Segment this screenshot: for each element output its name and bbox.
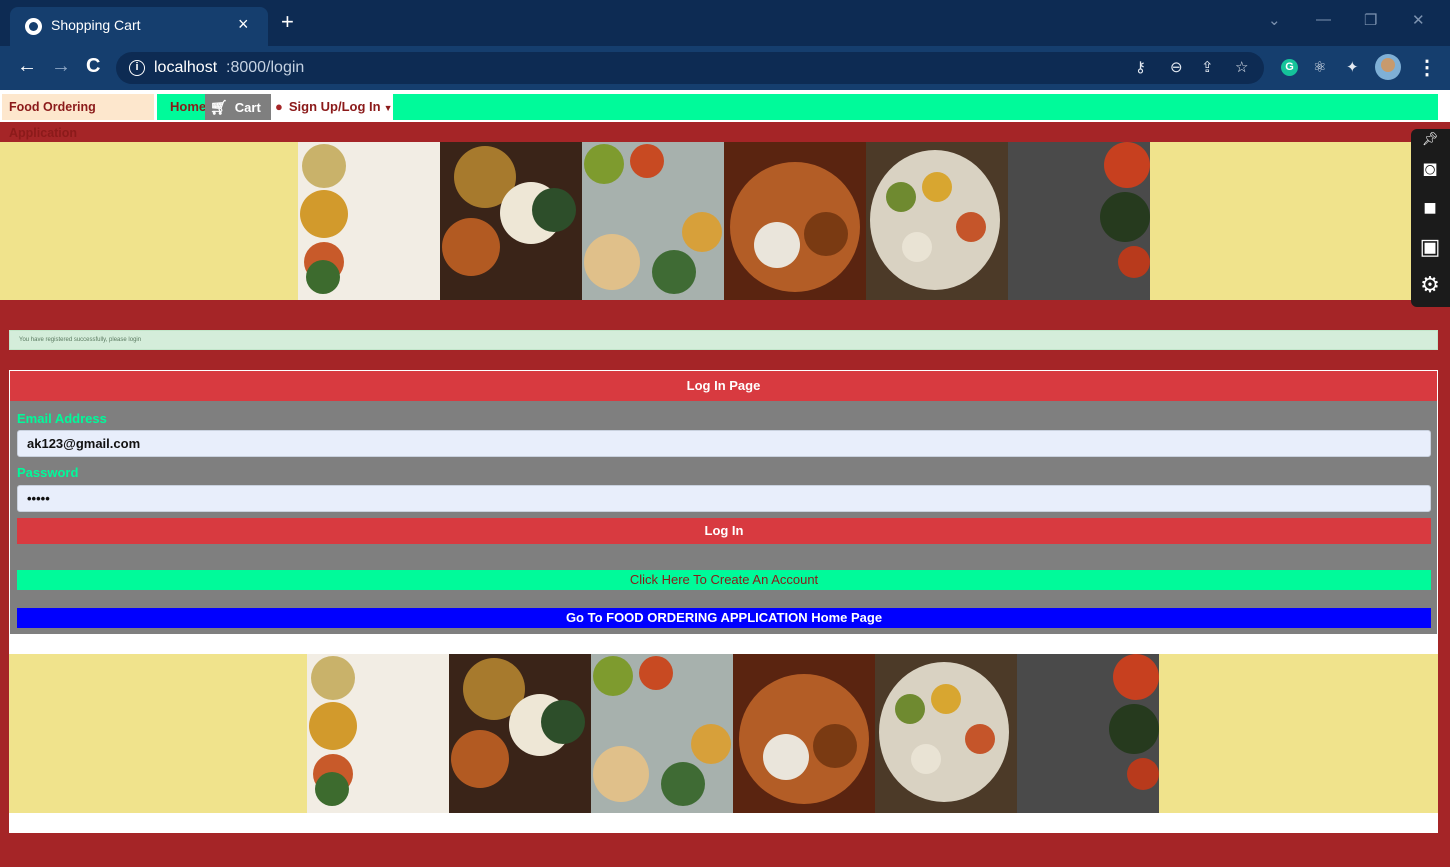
new-tab-icon[interactable]: +: [281, 9, 294, 35]
nav-login-label: Sign Up/Log In: [288, 99, 381, 114]
restore-icon[interactable]: ❐: [1364, 11, 1377, 29]
profile-avatar[interactable]: [1375, 54, 1401, 80]
nav-cart-link[interactable]: 🛒︎ Cart: [205, 94, 271, 120]
alert-message: You have registered successfully, please…: [19, 337, 142, 343]
food-photo: [724, 142, 866, 300]
tab-search-icon[interactable]: ⌄: [1268, 11, 1281, 29]
food-photo: [875, 654, 1017, 813]
food-photo: [582, 142, 724, 300]
food-photo: [440, 142, 582, 300]
user-icon: ●: [275, 99, 283, 114]
zoom-icon[interactable]: ⊖: [1170, 58, 1183, 76]
screen-capture-toolbar: 📌︎ ◙ ■ ▣ ⚙: [1411, 129, 1450, 307]
create-account-button[interactable]: Click Here To Create An Account: [17, 570, 1431, 590]
browser-tab[interactable]: Shopping Cart ×: [10, 7, 268, 46]
nav-home-link[interactable]: Home: [170, 94, 206, 120]
food-photo: [298, 142, 440, 300]
food-photo: [449, 654, 591, 813]
food-photo: [866, 142, 1008, 300]
extensions-icon[interactable]: ✦: [1346, 58, 1359, 76]
browser-titlebar: Shopping Cart × + ⌄ — ❐ ✕: [0, 0, 1450, 46]
password-label: Password: [17, 465, 79, 480]
minimize-icon[interactable]: —: [1316, 11, 1331, 28]
menu-icon[interactable]: ⋮: [1417, 55, 1437, 80]
pin-icon[interactable]: 📌︎: [1417, 131, 1443, 155]
bookmark-star-icon[interactable]: ☆: [1235, 58, 1248, 76]
email-label: Email Address: [17, 411, 107, 426]
email-field[interactable]: [17, 430, 1431, 457]
spacer-band: [9, 635, 1438, 654]
footer-band: [9, 813, 1438, 833]
nav-links: Home 🛒︎ Cart ● Sign Up/Log In ▼: [157, 94, 1438, 120]
login-card-header: Log In Page: [10, 371, 1437, 401]
url-host: localhost: [154, 59, 218, 76]
address-bar[interactable]: i localhost :8000/login: [116, 52, 1264, 84]
react-devtools-icon[interactable]: ⚛: [1313, 58, 1326, 76]
gear-icon[interactable]: ⚙: [1417, 272, 1443, 297]
key-icon[interactable]: ⚷: [1135, 58, 1146, 76]
browser-toolbar: ← → C i localhost :8000/login ⚷ ⊖ ⇪ ☆ G …: [0, 46, 1450, 90]
food-photo: [307, 654, 449, 813]
gallery-icon[interactable]: ▣: [1417, 234, 1443, 259]
url-path: :8000/login: [226, 59, 305, 76]
food-collage-image: [307, 654, 1159, 813]
password-field[interactable]: [17, 485, 1431, 512]
close-tab-icon[interactable]: ×: [238, 14, 249, 35]
back-icon[interactable]: ←: [17, 55, 37, 78]
globe-icon: [25, 18, 42, 35]
cart-icon: 🛒︎: [210, 99, 228, 115]
camera-icon[interactable]: ◙: [1417, 156, 1443, 181]
go-home-button[interactable]: Go To FOOD ORDERING APPLICATION Home Pag…: [17, 608, 1431, 628]
food-collage-image: [298, 142, 1150, 300]
food-banner-bottom: [9, 654, 1438, 813]
food-photo: [1008, 142, 1150, 300]
login-card: Log In Page Email Address Password Log I…: [9, 370, 1438, 635]
reload-icon[interactable]: C: [86, 55, 100, 78]
forward-icon[interactable]: →: [51, 55, 71, 78]
food-photo: [1017, 654, 1159, 813]
site-info-icon[interactable]: i: [129, 60, 145, 76]
grammarly-icon[interactable]: G: [1281, 59, 1298, 76]
food-photo: [733, 654, 875, 813]
nav-login-dropdown[interactable]: ● Sign Up/Log In ▼: [271, 94, 393, 120]
food-banner-top: [0, 142, 1411, 300]
success-alert: You have registered successfully, please…: [9, 330, 1438, 350]
food-photo: [591, 654, 733, 813]
tab-title: Shopping Cart: [51, 17, 141, 33]
nav-cart-label: Cart: [234, 100, 261, 115]
app-navbar: Food Ordering Application Home 🛒︎ Cart ● S…: [0, 90, 1450, 140]
caret-down-icon: ▼: [383, 103, 393, 113]
window-close-icon[interactable]: ✕: [1412, 11, 1425, 29]
video-icon[interactable]: ■: [1417, 195, 1443, 220]
share-icon[interactable]: ⇪: [1201, 58, 1214, 76]
login-button[interactable]: Log In: [17, 518, 1431, 544]
brand-link[interactable]: Food Ordering Application: [2, 94, 154, 140]
